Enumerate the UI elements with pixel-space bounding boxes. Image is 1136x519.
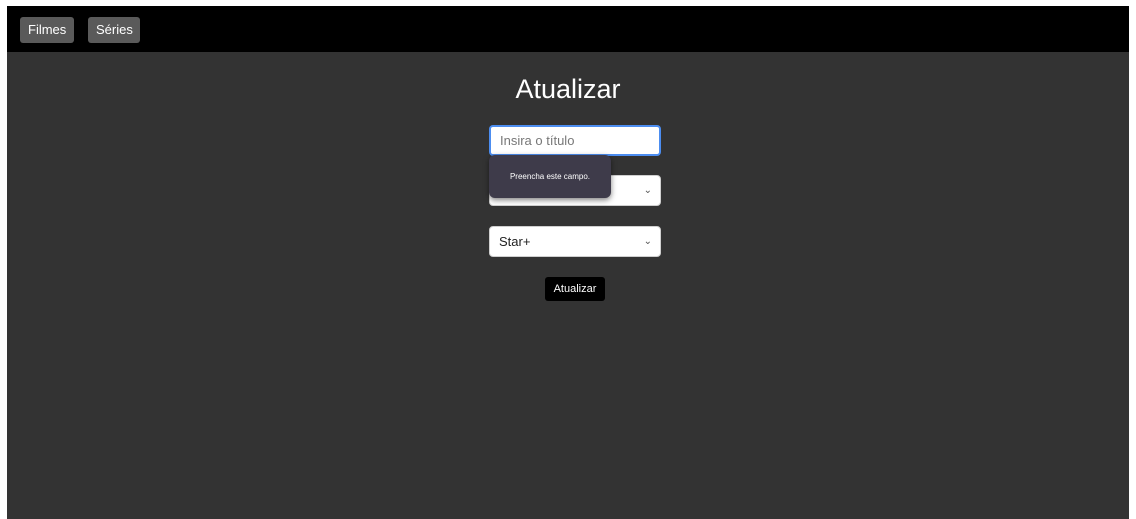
validation-tooltip: Preencha este campo. — [489, 155, 611, 198]
top-navbar: Filmes Séries — [7, 6, 1129, 52]
atualizar-submit-button[interactable]: Atualizar — [545, 277, 605, 301]
chevron-down-icon: ⌄ — [643, 236, 652, 247]
page-title: Atualizar — [515, 74, 621, 104]
nav-filmes-button[interactable]: Filmes — [20, 17, 74, 43]
chevron-down-icon: ⌄ — [643, 185, 652, 196]
platform-select[interactable]: Star+ ⌄ — [489, 226, 661, 257]
platform-select-value: Star+ — [499, 234, 531, 249]
title-input[interactable] — [489, 125, 661, 156]
nav-series-button[interactable]: Séries — [88, 17, 140, 43]
app-window: Filmes Séries Atualizar ⌄ Star+ ⌄ Atuali… — [7, 6, 1129, 519]
